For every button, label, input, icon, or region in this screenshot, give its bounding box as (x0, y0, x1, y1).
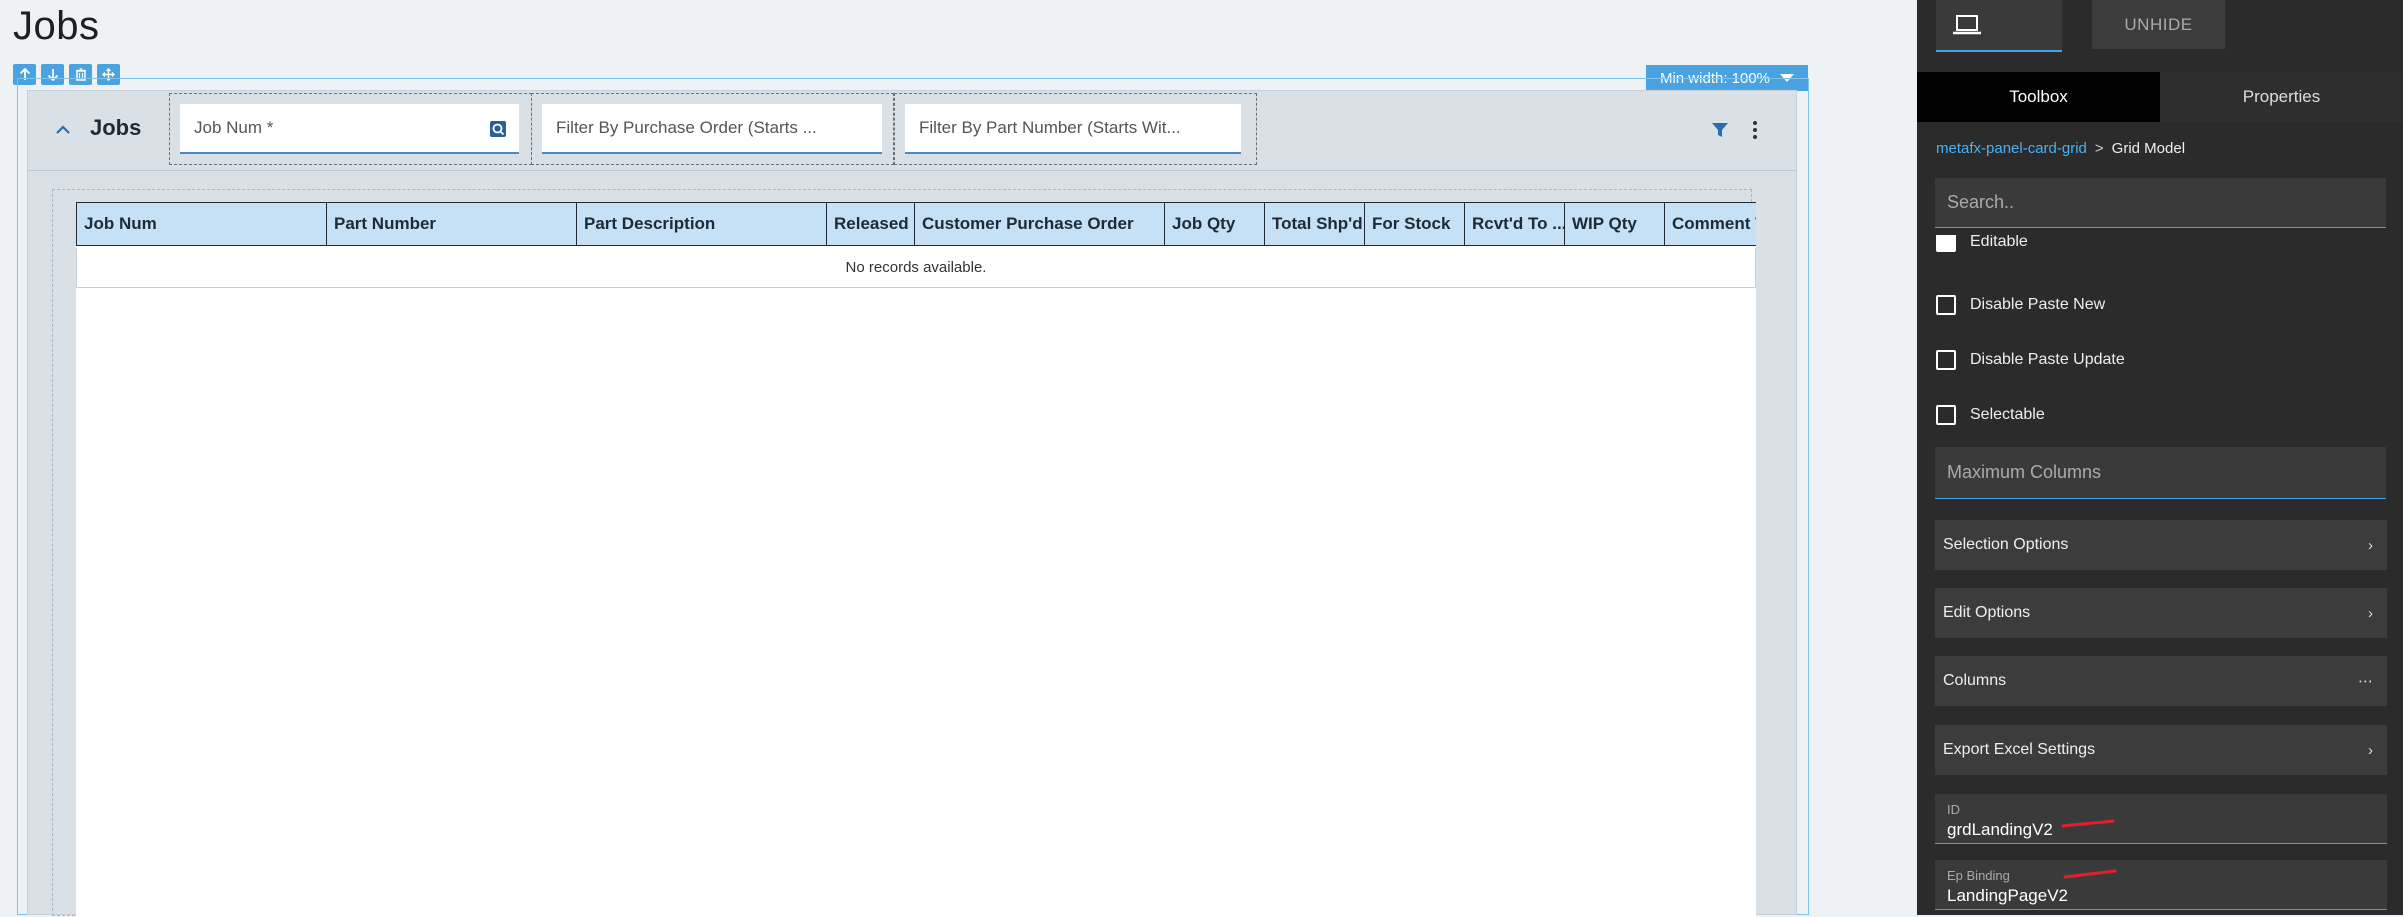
expander-edit-options-label: Edit Options (1943, 604, 2031, 621)
jobs-grid: Job Num Part Number Part Description Rel… (76, 202, 1756, 917)
ep-binding-field-label: Ep Binding (1947, 868, 2010, 883)
more-vertical-icon[interactable] (1744, 119, 1766, 141)
checkbox-disable-paste-update-label: Disable Paste Update (1970, 351, 2125, 368)
checkbox-editable-box[interactable] (1936, 235, 1956, 252)
expander-export-excel-settings[interactable]: Export Excel Settings › (1935, 725, 2387, 775)
laptop-icon (1953, 15, 1981, 35)
purchase-order-placeholder: Filter By Purchase Order (Starts ... (556, 118, 817, 137)
column-header-total-shpd[interactable]: Total Shp'd (1264, 202, 1364, 246)
red-annotation-mark (2063, 869, 2117, 879)
checkbox-disable-paste-update[interactable]: Disable Paste Update (1936, 345, 2125, 375)
expander-edit-options[interactable]: Edit Options › (1935, 588, 2387, 638)
chevron-right-icon: › (2368, 536, 2373, 554)
column-header-for-stock[interactable]: For Stock (1364, 202, 1464, 246)
breadcrumb-current: Grid Model (2111, 140, 2186, 157)
part-number-filter-input[interactable]: Filter By Part Number (Starts Wit... (905, 104, 1241, 154)
maximum-columns-input[interactable]: Maximum Columns (1935, 447, 2386, 499)
id-field-label: ID (1947, 802, 1960, 817)
checkbox-disable-paste-update-box[interactable] (1936, 350, 1956, 370)
panel-title: Jobs (90, 115, 142, 140)
ep-binding-field[interactable]: Ep Binding LandingPageV2 (1935, 860, 2387, 910)
properties-search-input[interactable]: Search.. (1935, 178, 2386, 228)
expander-selection-options-label: Selection Options (1943, 536, 2069, 553)
job-num-input[interactable]: Job Num * (180, 104, 519, 154)
job-num-placeholder: Job Num * (194, 118, 274, 137)
page-title: Jobs (13, 4, 100, 48)
panel-card: Jobs Job Num * Filter By Purchase Order … (27, 90, 1797, 917)
grid-header-row: Job Num Part Number Part Description Rel… (76, 202, 1756, 246)
filter-zone-purchase-order: Filter By Purchase Order (Starts ... (531, 93, 894, 165)
id-field-value: grdLandingV2 (1947, 820, 2053, 839)
properties-side-panel: UNHIDE Toolbox Properties metafx-panel-c… (1917, 0, 2403, 915)
chevron-right-icon: › (2368, 741, 2373, 759)
checkbox-disable-paste-new[interactable]: Disable Paste New (1936, 290, 2105, 320)
checkbox-disable-paste-new-box[interactable] (1936, 295, 1956, 315)
expander-columns[interactable]: Columns ⋯ (1935, 656, 2387, 706)
panel-tabs: Toolbox Properties (1917, 72, 2403, 122)
checkbox-editable[interactable]: Editable (1936, 235, 2028, 257)
column-header-customer-purchase-order[interactable]: Customer Purchase Order (914, 202, 1164, 246)
checkbox-editable-label: Editable (1970, 235, 2028, 250)
filter-icon[interactable] (1709, 119, 1731, 141)
column-header-job-num[interactable]: Job Num (76, 202, 326, 246)
column-header-part-description[interactable]: Part Description (576, 202, 826, 246)
expander-selection-options[interactable]: Selection Options › (1935, 520, 2387, 570)
expander-export-excel-settings-label: Export Excel Settings (1943, 741, 2096, 758)
maximum-columns-placeholder: Maximum Columns (1947, 462, 2102, 482)
filter-zone-job-num: Job Num * (169, 93, 532, 165)
tab-toolbox[interactable]: Toolbox (1917, 72, 2160, 122)
ep-binding-field-value: LandingPageV2 (1947, 886, 2069, 905)
search-placeholder: Search.. (1947, 192, 2015, 212)
panel-header: Jobs Job Num * Filter By Purchase Order … (28, 91, 1796, 171)
chevron-up-icon[interactable] (54, 121, 72, 139)
column-header-released[interactable]: Released (826, 202, 914, 246)
checkbox-selectable-box[interactable] (1936, 405, 1956, 425)
column-header-wip-qty[interactable]: WIP Qty (1564, 202, 1664, 246)
purchase-order-filter-input[interactable]: Filter By Purchase Order (Starts ... (542, 104, 882, 154)
checkbox-disable-paste-new-label: Disable Paste New (1970, 296, 2106, 313)
checkbox-selectable[interactable]: Selectable (1936, 400, 2045, 430)
breadcrumb-link-panel-card-grid[interactable]: metafx-panel-card-grid (1936, 140, 2087, 157)
breadcrumb: metafx-panel-card-grid > Grid Model (1936, 140, 2185, 157)
id-field[interactable]: ID grdLandingV2 (1935, 794, 2387, 844)
properties-scroll-area[interactable]: Editable Disable Paste New Disable Paste… (1917, 235, 2403, 915)
desktop-view-button[interactable] (1936, 0, 2062, 52)
column-header-comment[interactable]: Comment T (1664, 202, 1756, 246)
ellipsis-icon: ⋯ (2358, 673, 2373, 690)
breadcrumb-separator: > (2094, 140, 2104, 157)
red-annotation-mark (2061, 819, 2115, 828)
grid-empty-message: No records available. (76, 248, 1756, 288)
expander-columns-label: Columns (1943, 672, 2007, 689)
checkbox-selectable-label: Selectable (1970, 406, 2045, 423)
chevron-right-icon: › (2368, 604, 2373, 622)
tab-properties[interactable]: Properties (2160, 72, 2403, 122)
unhide-button[interactable]: UNHIDE (2092, 0, 2225, 49)
part-number-placeholder: Filter By Part Number (Starts Wit... (919, 118, 1181, 137)
filter-zone-part-number: Filter By Part Number (Starts Wit... (894, 93, 1257, 165)
grid-container: Job Num Part Number Part Description Rel… (52, 189, 1756, 917)
column-header-part-number[interactable]: Part Number (326, 202, 576, 246)
column-header-rcvd-to[interactable]: Rcvt'd To ... (1464, 202, 1564, 246)
column-header-job-qty[interactable]: Job Qty (1164, 202, 1264, 246)
search-icon[interactable] (489, 120, 507, 138)
